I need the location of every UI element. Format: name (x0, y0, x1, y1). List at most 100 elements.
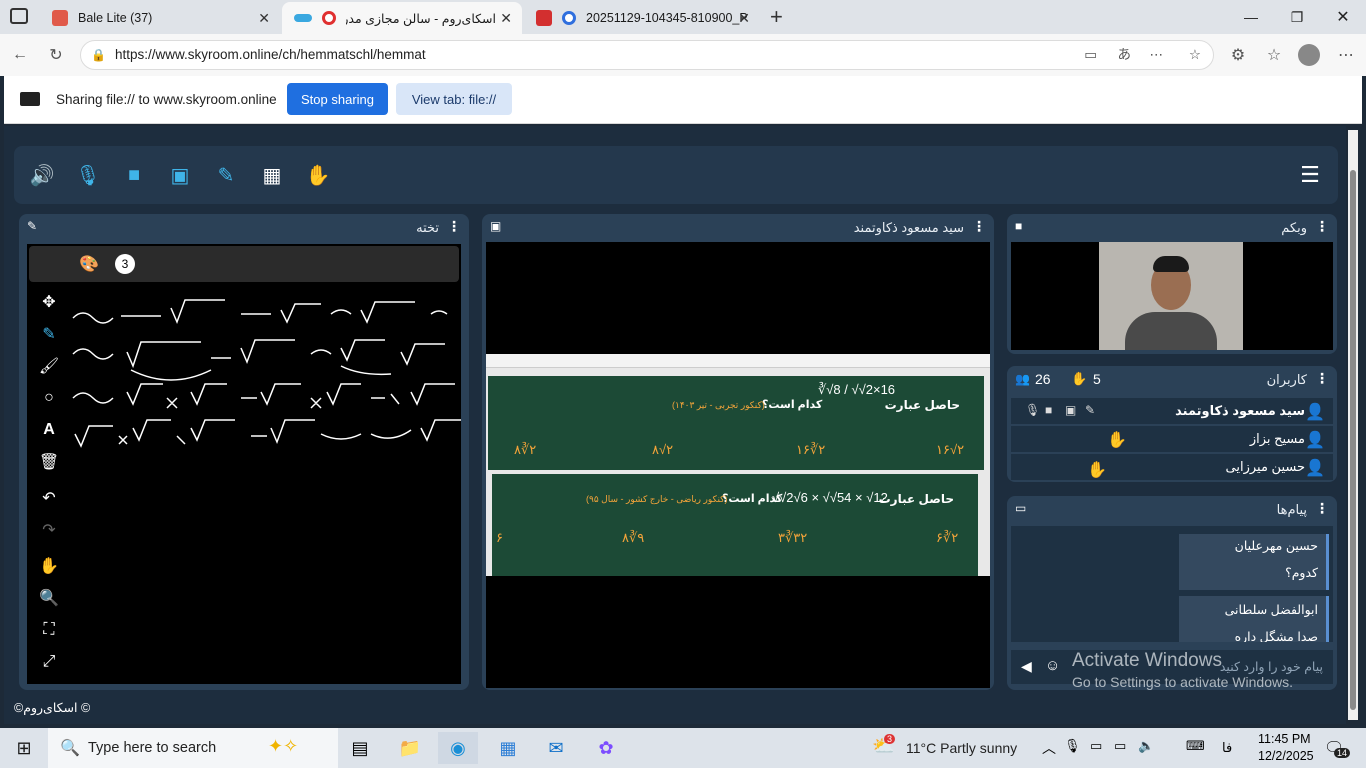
move-tool-icon[interactable]: ✥ (35, 288, 63, 316)
hand-tool-icon[interactable]: ✋ (35, 552, 63, 580)
shared-screen-view[interactable]: حاصل عبارت ∛√8 / √√2×16 کدام است؟ (کنکور… (486, 242, 990, 688)
keyboard-icon[interactable]: ⌨ (1186, 738, 1205, 754)
circle-tool-icon[interactable]: ○ (35, 384, 63, 412)
briefcase-icon[interactable]: ▦ (254, 158, 290, 192)
user-name: سید مسعود ذکاوتمند (1175, 403, 1305, 418)
whiteboard-page-bar: 🎨 3 (29, 246, 459, 282)
tab-pdf[interactable]: 20251129-104345-810900_P ✕ (524, 2, 760, 34)
tab-skyroom[interactable]: اسکای‌روم - سالن مجازی مدرسه ✕ (282, 2, 522, 34)
fit-screen-icon[interactable]: ⛶ (35, 616, 63, 644)
user-row[interactable]: سید مسعود ذکاوتمند 👤 🎙 ■ ▣ ✎ (1011, 398, 1333, 424)
raise-hand-icon[interactable]: ✋ (300, 158, 336, 192)
user-name: مسیح بزاز (1249, 431, 1305, 446)
tab-bale[interactable]: Bale Lite (37) ✕ (40, 2, 280, 34)
clock-time[interactable]: 11:45 PM (1258, 732, 1311, 746)
q1-option: ۸∛۲ (514, 442, 537, 457)
windows-start-icon[interactable]: ⊞ (4, 732, 44, 764)
pencil-tool-icon[interactable]: ✎ (35, 320, 63, 348)
tab-title: 20251129-104345-810900_P (586, 11, 748, 25)
kebab-menu-icon[interactable]: ⋮ (447, 218, 461, 235)
favorites-icon[interactable]: ☆ (1262, 43, 1286, 67)
sharing-text: Sharing file:// to www.skyroom.online (56, 92, 277, 107)
url-field[interactable]: 🔒 https://www.skyroom.online/ch/hemmatsc… (80, 40, 1214, 70)
tab-title: Bale Lite (37) (78, 11, 153, 25)
maximize-button[interactable]: ❐ (1274, 0, 1320, 34)
kebab-menu-icon[interactable]: ⋮ (1315, 218, 1329, 235)
profile-avatar[interactable] (1298, 44, 1320, 66)
page-number-badge[interactable]: 3 (115, 254, 135, 274)
message-item: حسین مهرعلیان کدوم؟ (1179, 534, 1329, 590)
minimize-button[interactable]: — (1228, 0, 1274, 34)
undo-icon[interactable]: ↶ (35, 484, 63, 512)
copilot-icon[interactable]: ✿ (586, 732, 626, 764)
kebab-menu-icon[interactable]: ⋮ (972, 218, 986, 235)
translate-icon[interactable]: あ (1118, 41, 1132, 69)
close-tab-icon[interactable]: ✕ (500, 10, 512, 27)
back-icon[interactable]: ← (8, 43, 32, 67)
trash-icon[interactable]: 🗑 (35, 448, 63, 476)
chevron-up-icon[interactable]: ︿ (1042, 738, 1056, 758)
emoji-icon[interactable]: ☺ (1045, 657, 1060, 674)
view-tab-button[interactable]: View tab: file:// (396, 83, 512, 115)
weather-badge: 3 (884, 734, 896, 744)
user-row[interactable]: مسیح بزاز 👤 ✋ (1011, 426, 1333, 452)
language-indicator[interactable]: فا (1222, 740, 1232, 756)
volume-icon[interactable]: 🔈 (1138, 738, 1154, 754)
favorite-icon[interactable]: ☆ (1189, 41, 1201, 69)
speaker-icon[interactable]: 🔊 (24, 158, 60, 192)
tab-actions-icon[interactable] (10, 8, 28, 24)
scrollbar-thumb[interactable] (1350, 170, 1356, 710)
kebab-menu-icon[interactable]: ⋮ (1315, 500, 1329, 517)
brush-tool-icon[interactable]: 🖌 (35, 352, 63, 380)
user-row[interactable]: حسین میرزایی 👤 ✋ (1011, 454, 1333, 480)
close-window-button[interactable]: ✕ (1320, 0, 1366, 34)
scrollbar[interactable] (1348, 130, 1358, 720)
whiteboard-panel: تخته ⋮ ✎ 🎨 3 ✥ ✎ 🖌 ○ A 🗑 ↶ ↷ ✋ 🔍 ⛶ ⤢ (19, 214, 469, 690)
lock-icon: 🔒 (91, 48, 106, 62)
screen-share-icon (20, 92, 40, 106)
sharing-info-bar: Sharing file:// to www.skyroom.online St… (4, 76, 1362, 124)
close-tab-icon[interactable]: ✕ (258, 10, 270, 27)
store-icon[interactable]: ▦ (488, 732, 528, 764)
clock-date[interactable]: 12/2/2025 (1258, 749, 1314, 763)
task-view-icon[interactable]: ▤ (340, 732, 380, 764)
close-tab-icon[interactable]: ✕ (738, 10, 750, 27)
mic-tray-icon[interactable]: 🎙 (1064, 738, 1081, 754)
screen-share-toolbar-icon[interactable]: ▣ (162, 158, 198, 192)
file-explorer-icon[interactable]: 📁 (390, 732, 430, 764)
message-list[interactable]: حسین مهرعلیان کدوم؟ ابوالفضل سلطانی صدا … (1011, 526, 1333, 642)
q1-ask: کدام است؟ (762, 399, 823, 411)
palette-icon[interactable]: 🎨 (79, 254, 99, 274)
presenter-name: سید مسعود ذکاوتمند (853, 220, 964, 235)
fullscreen-icon[interactable]: ⤢ (35, 648, 63, 676)
more-icon[interactable]: ⋯ (1150, 41, 1164, 69)
taskbar-search-box[interactable]: 🔍 Type here to search ✦✧ (48, 728, 338, 768)
screen-share-panel: سید مسعود ذکاوتمند ⋮ ▣ حاصل عبارت ∛√8 / … (482, 214, 994, 690)
refresh-icon[interactable]: ↻ (44, 43, 68, 67)
weather-text[interactable]: 11°C Partly sunny (906, 740, 1017, 756)
microphone-icon[interactable]: 🎙 (70, 158, 106, 192)
search-icon: 🔍 (60, 740, 80, 757)
stop-sharing-button[interactable]: Stop sharing (287, 83, 388, 115)
settings-menu-icon[interactable]: ⋯ (1334, 43, 1358, 67)
video-camera-icon[interactable]: ■ (116, 158, 152, 192)
new-tab-button[interactable]: + (770, 4, 783, 30)
whiteboard-canvas[interactable]: 🎨 3 (27, 244, 461, 684)
network-icon[interactable]: ▭ (1090, 738, 1102, 754)
raised-hand-icon: ✋ (1087, 462, 1107, 479)
redo-icon[interactable]: ↷ (35, 516, 63, 544)
send-icon[interactable]: ◀ (1021, 658, 1032, 675)
text-tool-icon[interactable]: A (35, 416, 63, 444)
kebab-menu-icon[interactable]: ⋮ (1315, 370, 1329, 387)
footer-copyright: ©اسکای‌روم © (14, 701, 91, 715)
outlook-icon[interactable]: ✉ (536, 732, 576, 764)
extensions-icon[interactable]: ⚙ (1226, 43, 1250, 67)
camera-icon[interactable]: ▭ (1084, 41, 1097, 69)
person-body (1125, 312, 1217, 350)
battery-icon[interactable]: ▭ (1114, 738, 1126, 754)
brush-icon[interactable]: ✎ (208, 158, 244, 192)
hamburger-menu-icon[interactable]: ☰ (1292, 158, 1328, 192)
edge-icon[interactable]: ◉ (438, 732, 478, 764)
zoom-icon[interactable]: 🔍 (35, 584, 63, 612)
user-name: حسین میرزایی (1225, 459, 1305, 474)
